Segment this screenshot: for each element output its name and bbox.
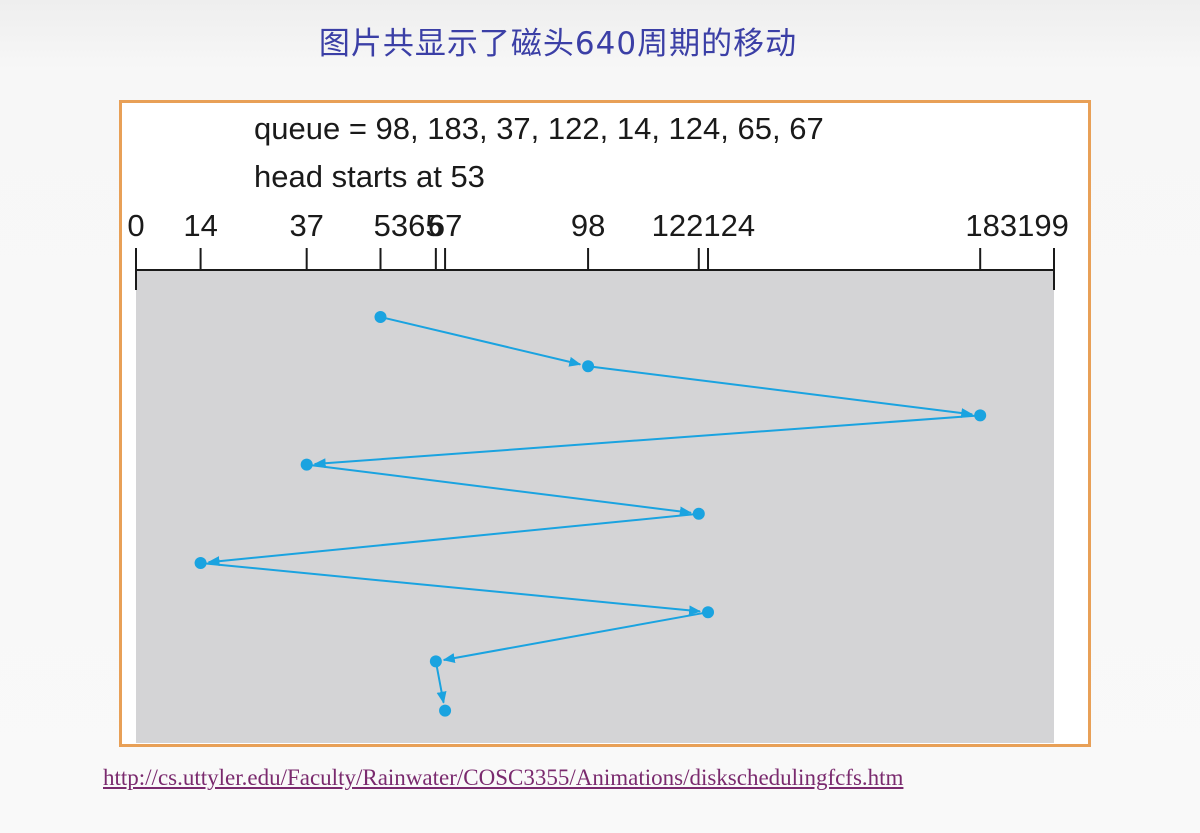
- head-position-point: [374, 311, 387, 323]
- plot-background: [136, 271, 1054, 743]
- axis-tick-label: 98: [571, 208, 605, 243]
- head-start-text: head starts at 53: [254, 159, 485, 194]
- slide-title: 图片共显示了磁头640周期的移动: [318, 26, 798, 62]
- head-position-point: [439, 704, 452, 717]
- head-position-point: [429, 655, 442, 668]
- axis-tick-label: 183199: [965, 208, 1068, 243]
- head-position-point: [702, 606, 715, 619]
- head-position-point: [194, 557, 207, 569]
- source-link[interactable]: http://cs.uttyler.edu/Faculty/Rainwater/…: [103, 765, 903, 791]
- queue-text: queue = 98, 183, 37, 122, 14, 124, 65, 6…: [254, 111, 824, 146]
- head-position-point: [300, 458, 313, 471]
- head-position-point: [692, 507, 705, 520]
- axis-tick-label: 0: [127, 208, 144, 243]
- diagram-frame: queue = 98, 183, 37, 122, 14, 124, 65, 6…: [119, 100, 1091, 747]
- axis-tick-label: 122124: [652, 208, 755, 243]
- axis-tick-label: 67: [428, 208, 462, 243]
- axis-tick-label: 14: [183, 208, 217, 243]
- axis-tick-labels: 0 14 37 536567 98 122124 183199: [127, 208, 1068, 243]
- fcfs-disk-scheduling-diagram: queue = 98, 183, 37, 122, 14, 124, 65, 6…: [127, 111, 1069, 743]
- head-position-point: [582, 360, 595, 373]
- axis-tick-label: 37: [289, 208, 323, 243]
- head-position-point: [974, 409, 987, 422]
